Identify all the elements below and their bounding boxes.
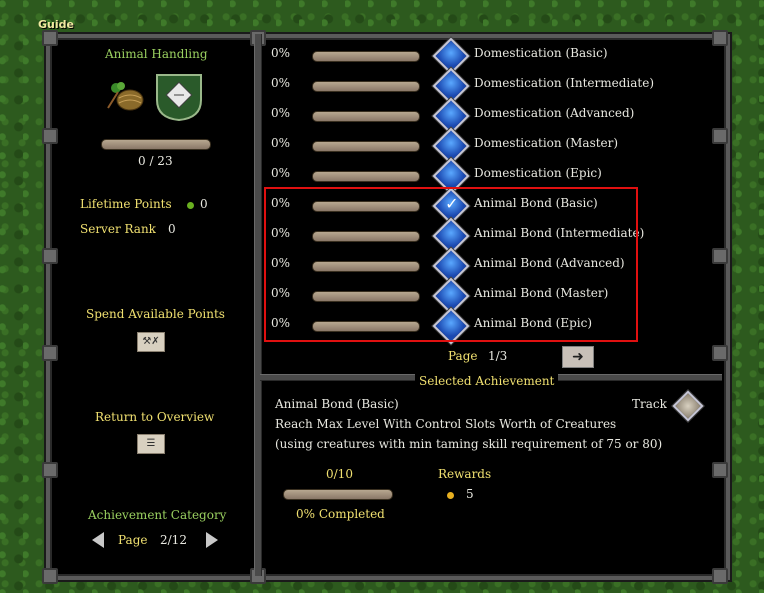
achievement-row[interactable]: 0% Domestication (Epic): [262, 157, 712, 195]
highlight-box: [264, 187, 638, 342]
achievement-row[interactable]: 0% Domestication (Advanced): [262, 97, 712, 135]
lifetime-points-label: Lifetime Points: [80, 197, 172, 211]
rivet-icon: [42, 128, 58, 144]
lifetime-points-value: 0: [200, 197, 208, 211]
achievement-progress-bar: [312, 81, 420, 92]
achievement-percent: 0%: [271, 166, 291, 180]
spend-points-button[interactable]: ⚒✗: [137, 332, 165, 352]
reward-coin-icon: [447, 492, 454, 499]
animal-handling-shield-icon: [154, 72, 204, 122]
achievement-category-label: Achievement Category: [88, 508, 227, 522]
points-coin-icon: [187, 202, 194, 209]
rivet-icon: [712, 345, 728, 361]
selected-title: Animal Bond (Basic): [275, 397, 399, 411]
achievement-row[interactable]: 0% Domestication (Master): [262, 127, 712, 165]
selected-achievement-header: Selected Achievement: [415, 374, 559, 388]
rivet-icon: [712, 248, 728, 264]
list-page-label: Page: [448, 349, 478, 363]
category-title: Animal Handling: [105, 47, 208, 61]
rivet-icon: [42, 345, 58, 361]
category-page-label: Page: [118, 533, 148, 547]
rivet-icon: [42, 30, 58, 46]
achievement-name: Domestication (Advanced): [474, 106, 635, 120]
track-label: Track: [632, 397, 667, 411]
selected-completed-text: 0% Completed: [296, 507, 385, 521]
return-overview-label: Return to Overview: [95, 410, 215, 424]
rivet-icon: [712, 568, 728, 584]
list-next-page-button[interactable]: ➜: [562, 346, 594, 368]
rivet-icon: [712, 128, 728, 144]
rivet-icon: [42, 248, 58, 264]
list-page-value: 1/3: [488, 349, 508, 363]
selected-description-line1: Reach Max Level With Control Slots Worth…: [275, 417, 617, 431]
achievement-name: Domestication (Epic): [474, 166, 602, 180]
server-rank-label: Server Rank: [80, 222, 156, 236]
category-prev-arrow-icon[interactable]: [92, 532, 104, 548]
achievement-percent: 0%: [271, 106, 291, 120]
spend-points-label: Spend Available Points: [86, 307, 225, 321]
server-rank-value: 0: [168, 222, 176, 236]
rivet-icon: [42, 568, 58, 584]
selected-progress-bar: [283, 489, 393, 500]
rewards-label: Rewards: [438, 467, 492, 481]
achievement-name: Domestication (Intermediate): [474, 76, 655, 90]
selected-description-line2: (using creatures with min taming skill r…: [275, 437, 663, 451]
achievement-progress-bar: [312, 141, 420, 152]
achievement-name: Domestication (Master): [474, 136, 619, 150]
category-progress-bar: [101, 139, 211, 150]
rivet-icon: [712, 462, 728, 478]
category-page-value: 2/12: [160, 533, 187, 547]
category-next-arrow-icon[interactable]: [206, 532, 218, 548]
basket-icon: [104, 78, 146, 114]
achievement-progress-bar: [312, 51, 420, 62]
rivet-icon: [42, 462, 58, 478]
achievement-percent: 0%: [271, 76, 291, 90]
panel-divider: [254, 34, 262, 576]
achievement-progress-bar: [312, 111, 420, 122]
achievement-progress-bar: [312, 171, 420, 182]
rivet-icon: [712, 30, 728, 46]
achievement-row[interactable]: 0% Domestication (Intermediate): [262, 67, 712, 105]
achievement-row[interactable]: 0% Domestication (Basic): [262, 37, 712, 75]
achievement-percent: 0%: [271, 46, 291, 60]
rewards-value: 5: [466, 487, 474, 501]
selected-progress-text: 0/10: [326, 467, 353, 481]
category-progress-text: 0 / 23: [138, 154, 173, 168]
achievement-name: Domestication (Basic): [474, 46, 608, 60]
achievement-percent: 0%: [271, 136, 291, 150]
return-overview-button[interactable]: ☰: [137, 434, 165, 454]
